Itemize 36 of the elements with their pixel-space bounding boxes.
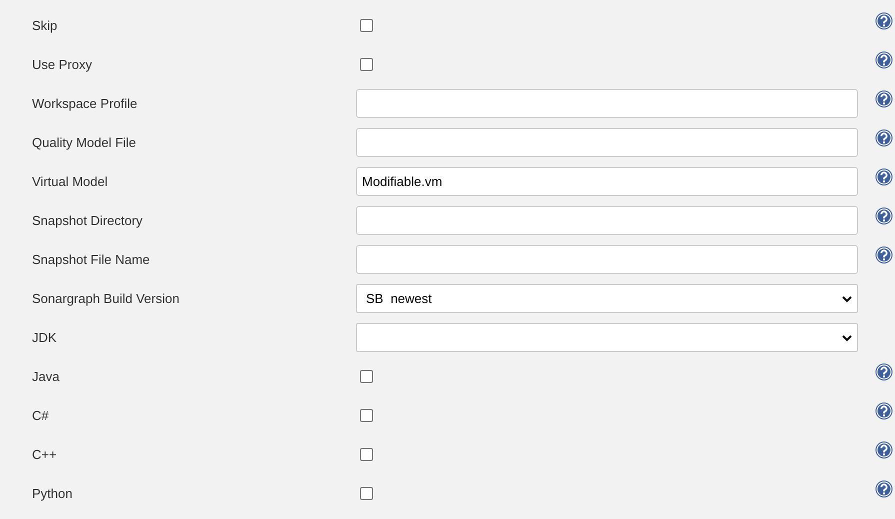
field-label: Sonargraph Build Version	[32, 291, 180, 306]
checkbox[interactable]	[360, 409, 373, 422]
checkbox[interactable]	[360, 448, 373, 461]
text-field[interactable]	[356, 128, 858, 157]
field-label: C++	[32, 447, 58, 462]
help-icon[interactable]	[875, 363, 893, 381]
help-icon[interactable]	[875, 480, 893, 498]
checkbox[interactable]	[360, 58, 373, 71]
field-label: Skip	[32, 18, 58, 33]
field-label: JDK	[32, 330, 58, 345]
help-icon[interactable]	[875, 402, 893, 420]
field-label: Java	[32, 369, 60, 384]
text-field[interactable]: Modifiable.vm	[356, 167, 858, 196]
dropdown[interactable]: SB newest	[356, 284, 858, 313]
help-icon[interactable]	[875, 90, 893, 108]
text-field[interactable]	[356, 245, 858, 274]
field-label: Use Proxy	[32, 57, 93, 72]
field-label: Virtual Model	[32, 174, 109, 189]
checkbox[interactable]	[360, 370, 373, 383]
field-label: Workspace Profile	[32, 96, 138, 111]
text-field[interactable]	[356, 89, 858, 118]
field-label: Python	[32, 486, 74, 501]
help-icon[interactable]	[875, 12, 893, 30]
help-icon[interactable]	[875, 441, 893, 459]
field-label: C#	[32, 408, 50, 423]
help-icon[interactable]	[875, 246, 893, 264]
help-icon[interactable]	[875, 168, 893, 186]
checkbox[interactable]	[360, 487, 373, 500]
checkbox[interactable]	[360, 19, 373, 32]
help-icon[interactable]	[875, 207, 893, 225]
text-field[interactable]	[356, 206, 858, 235]
field-label: Snapshot File Name	[32, 252, 151, 267]
help-icon[interactable]	[875, 129, 893, 147]
help-icon[interactable]	[875, 51, 893, 69]
field-label: Quality Model File	[32, 135, 138, 150]
field-label: Snapshot Directory	[32, 213, 144, 228]
